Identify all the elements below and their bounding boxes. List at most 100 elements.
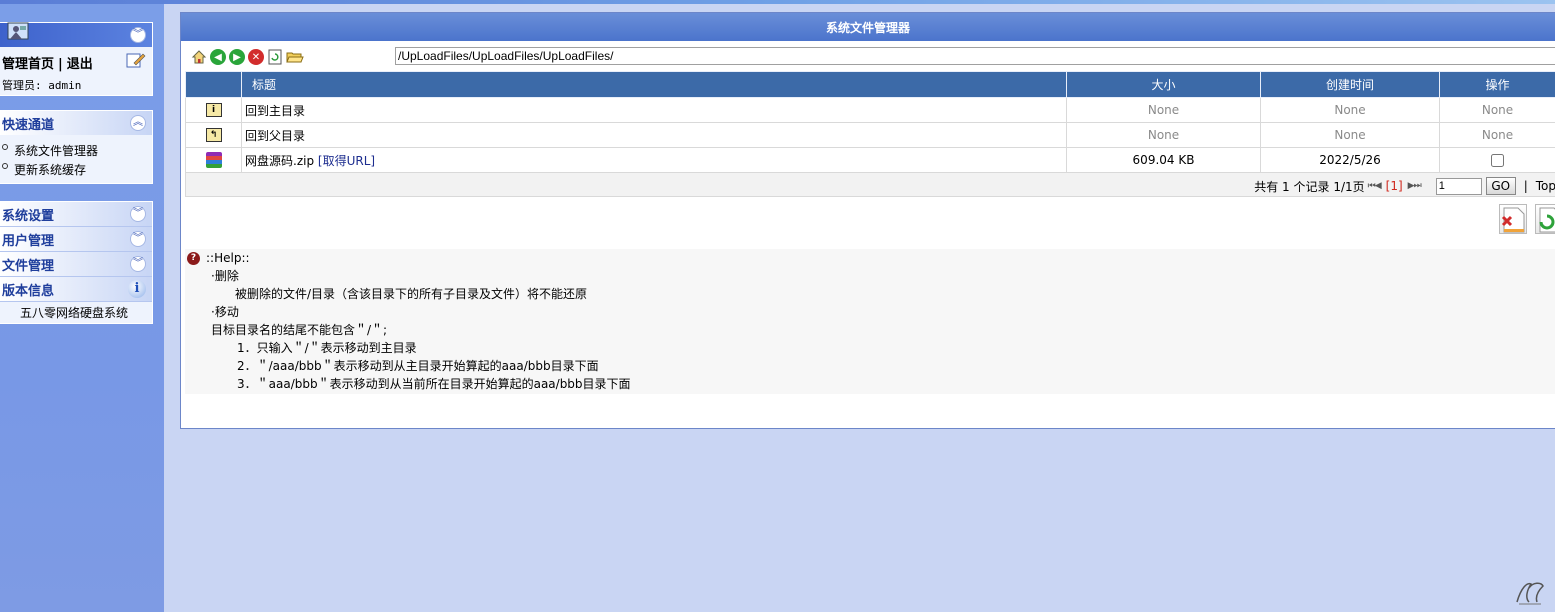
menu-label: 系统设置 (2, 208, 55, 224)
menu-user-management[interactable]: 用户管理 ︾ (0, 227, 152, 252)
user-panel-collapse-icon[interactable]: ︾ (130, 27, 146, 43)
help-delete-heading: ·删除 (211, 269, 239, 283)
file-table: 标题 大小 创建时间 操作 i 回到主目录 None None None ↰ 回… (185, 71, 1555, 173)
row-name[interactable]: 网盘源码.zip (245, 154, 314, 168)
sidebar: ︾ 管理首页 | 退出 管理员: admin 快速通道 ︽ 系统文件管理器 更新… (0, 4, 164, 612)
help-move-rule-3: 3．＂aaa/bbb＂表示移动到从当前所在目录开始算起的aaa/bbb目录下面 (237, 377, 631, 391)
menu-system-settings[interactable]: 系统设置 ︾ (0, 202, 152, 227)
path-input[interactable] (395, 47, 1555, 65)
chevron-down-icon[interactable]: ︾ (130, 231, 146, 247)
pager-separator: | (1523, 179, 1528, 193)
edit-profile-icon[interactable] (126, 51, 146, 69)
help-heading: ::Help:: (206, 251, 250, 265)
stop-icon[interactable]: ✕ (248, 49, 264, 65)
table-row[interactable]: ↰ 回到父目录 None None None (185, 122, 1555, 148)
file-manager-window: 系统文件管理器 ◀ ▶ ✕ 标题 大小 (180, 12, 1555, 429)
delete-button[interactable] (1499, 204, 1527, 234)
row-icon-cell: ↰ (185, 122, 242, 148)
get-url-link[interactable]: [取得URL] (318, 154, 375, 168)
chevron-up-icon[interactable]: ︽ (130, 115, 146, 131)
move-file-icon (1539, 207, 1555, 233)
quick-item-label: 系统文件管理器 (14, 144, 99, 158)
table-header-row: 标题 大小 创建时间 操作 (185, 71, 1555, 98)
row-select-checkbox[interactable] (1491, 154, 1504, 167)
row-size: None (1066, 97, 1261, 123)
refresh-icon[interactable] (267, 49, 283, 65)
user-links: 管理首页 | 退出 (2, 53, 93, 72)
help-delete-desc: 被删除的文件/目录（含该目录下的所有子目录及文件）将不能还原 (235, 287, 588, 301)
home-icon[interactable] (191, 49, 207, 65)
user-area: 管理首页 | 退出 管理员: admin (0, 47, 152, 95)
toolbar: ◀ ▶ ✕ (181, 41, 1555, 71)
chevron-down-icon[interactable]: ︾ (130, 206, 146, 222)
menu-panel: 系统设置 ︾ 用户管理 ︾ 文件管理 ︾ 版本信息 i 五八零网络硬盘系统 (0, 201, 153, 324)
row-op: None (1439, 97, 1555, 123)
quick-item-label: 更新系统缓存 (14, 163, 87, 177)
current-page: [1] (1385, 179, 1403, 193)
table-row[interactable]: i 回到主目录 None None None (185, 97, 1555, 123)
logout-link[interactable]: 退出 (67, 57, 93, 72)
pager-summary: 共有 1 个记录 1/1页 (1254, 179, 1365, 194)
toolbar-icons: ◀ ▶ ✕ (191, 49, 304, 65)
pager-row: 共有 1 个记录 1/1页 ⏮◀ [1] ▶⏭ GO | Top (185, 172, 1555, 197)
row-icon-cell: i (185, 97, 242, 123)
page-number-input[interactable] (1435, 177, 1482, 195)
top-link[interactable]: Top (1536, 179, 1555, 193)
row-created: 2022/5/26 (1260, 147, 1440, 173)
top-accent-bar (0, 0, 1555, 4)
row-name-cell: 网盘源码.zip [取得URL] (241, 147, 1067, 173)
info-icon[interactable]: i (128, 280, 146, 298)
parent-dir-icon: ↰ (205, 128, 222, 143)
menu-label: 文件管理 (2, 258, 55, 274)
nav-separator: | (58, 57, 63, 72)
bullet-icon (2, 162, 8, 169)
menu-label: 版本信息 (2, 283, 55, 299)
first-prev-page-icon[interactable]: ⏮◀ (1368, 181, 1382, 191)
question-icon: ? (187, 251, 200, 265)
menu-file-management[interactable]: 文件管理 ︾ (0, 252, 152, 277)
row-name[interactable]: 回到父目录 (241, 122, 1067, 148)
row-size: None (1066, 122, 1261, 148)
row-op: None (1439, 122, 1555, 148)
quick-items: 系统文件管理器 更新系统缓存 (0, 135, 152, 183)
help-section: ? ::Help:: ·删除 被删除的文件/目录（含该目录下的所有子目录及文件）… (185, 249, 1555, 394)
admin-username: 管理员: admin (2, 79, 82, 92)
quick-item-file-manager[interactable]: 系统文件管理器 (2, 141, 152, 160)
header-created: 创建时间 (1260, 71, 1440, 98)
menu-version-info[interactable]: 版本信息 i (0, 277, 152, 302)
table-row[interactable]: 网盘源码.zip [取得URL] 609.04 KB 2022/5/26 (185, 147, 1555, 173)
row-op-cell (1439, 147, 1555, 173)
go-button[interactable]: GO (1485, 177, 1516, 195)
brand-watermark-icon (1516, 582, 1544, 605)
admin-logo-icon (7, 22, 29, 40)
header-icon-col (185, 71, 242, 98)
next-last-page-icon[interactable]: ▶⏭ (1408, 181, 1422, 191)
help-header: ? ::Help:: (185, 249, 1555, 267)
refresh-move-button[interactable] (1535, 204, 1555, 234)
action-buttons (1485, 202, 1555, 238)
forward-arrow-icon[interactable]: ▶ (229, 49, 245, 65)
pager: 共有 1 个记录 1/1页 ⏮◀ [1] ▶⏭ GO | Top (1254, 177, 1555, 195)
home-dir-icon: i (205, 103, 222, 118)
quick-panel-header[interactable]: 快速通道 ︽ (0, 111, 152, 135)
delete-file-icon (1501, 207, 1525, 233)
header-title: 标题 (241, 71, 1067, 98)
quick-panel: 快速通道 ︽ 系统文件管理器 更新系统缓存 (0, 110, 153, 184)
back-arrow-icon[interactable]: ◀ (210, 49, 226, 65)
window-title: 系统文件管理器 (181, 13, 1555, 41)
quick-panel-title: 快速通道 (2, 117, 55, 133)
row-created: None (1260, 97, 1440, 123)
help-move-heading: ·移动 (211, 305, 239, 319)
help-move-rule-1: 1．只输入＂/＂表示移动到主目录 (237, 341, 417, 355)
open-folder-icon[interactable] (286, 49, 304, 65)
archive-icon (205, 152, 222, 168)
row-created: None (1260, 122, 1440, 148)
header-size: 大小 (1066, 71, 1261, 98)
chevron-down-icon[interactable]: ︾ (130, 256, 146, 272)
user-panel: ︾ 管理首页 | 退出 管理员: admin (0, 22, 153, 96)
quick-item-update-cache[interactable]: 更新系统缓存 (2, 160, 152, 179)
version-product-name: 五八零网络硬盘系统 (0, 302, 152, 323)
row-name[interactable]: 回到主目录 (241, 97, 1067, 123)
header-operation: 操作 (1439, 71, 1555, 98)
admin-home-link[interactable]: 管理首页 (2, 57, 54, 72)
